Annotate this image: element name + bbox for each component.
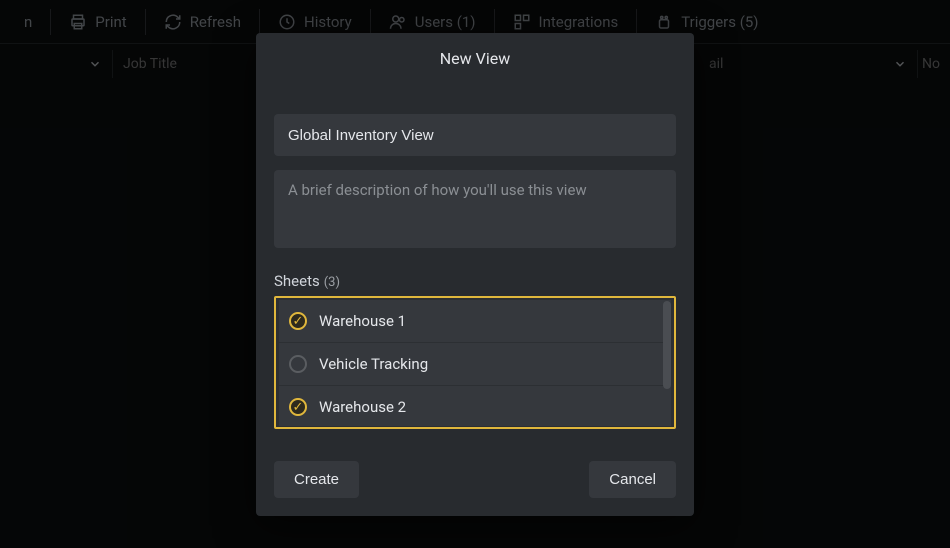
cancel-button[interactable]: Cancel [589,461,676,498]
sheet-item-vehicle-tracking[interactable]: Vehicle Tracking [279,343,671,385]
sheets-label-text: Sheets [274,272,320,290]
modal-title: New View [256,33,694,82]
check-icon: ✓ [289,398,307,416]
sheet-item-label: Vehicle Tracking [319,355,428,373]
sheet-item-warehouse-1[interactable]: ✓ Warehouse 1 [279,300,671,342]
sheets-list[interactable]: ✓ Warehouse 1 Vehicle Tracking ✓ Warehou… [274,296,676,429]
sheets-count: (3) [324,275,340,290]
create-button[interactable]: Create [274,461,359,498]
sheet-item-label: Warehouse 1 [319,312,406,330]
check-icon: ✓ [289,312,307,330]
new-view-modal: New View Sheets (3) ✓ Warehouse 1 Vehicl… [256,33,694,516]
view-description-input[interactable] [274,170,676,248]
sheet-item-label: Warehouse 2 [319,398,406,416]
sheets-label: Sheets (3) [274,272,676,290]
view-name-input[interactable] [274,114,676,156]
check-icon [289,355,307,373]
modal-body: Sheets (3) ✓ Warehouse 1 Vehicle Trackin… [256,82,694,447]
sheet-item-warehouse-2[interactable]: ✓ Warehouse 2 [279,386,671,426]
modal-footer: Create Cancel [256,447,694,516]
